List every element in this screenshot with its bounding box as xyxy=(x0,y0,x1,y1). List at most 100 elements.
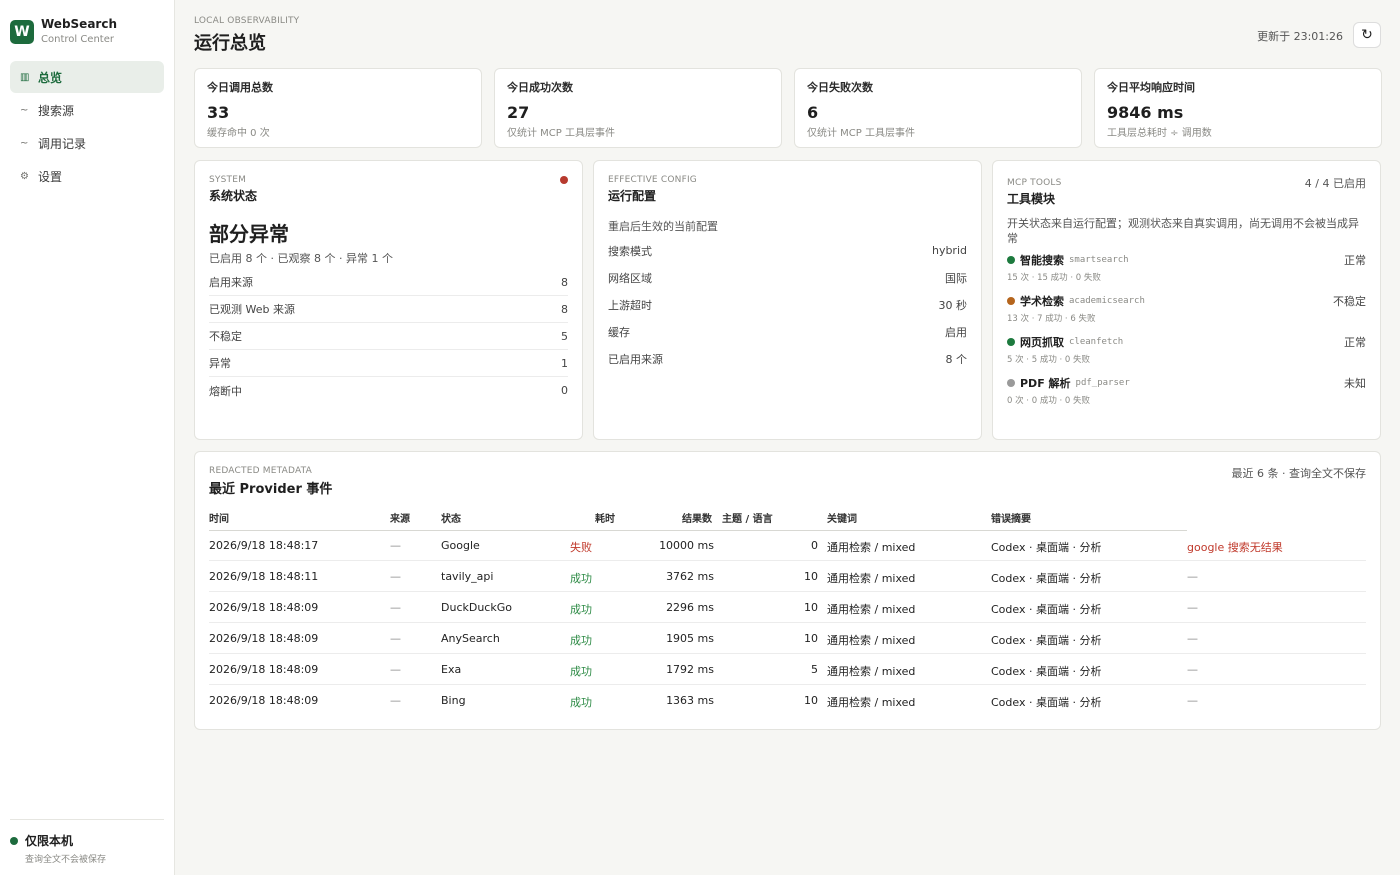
tool-item-cleanfetch[interactable]: 网页抓取 cleanfetch 正常 5 次 · 5 成功 · 0 失败 xyxy=(1007,334,1366,365)
list-item: 搜索模式 hybrid xyxy=(608,237,967,264)
list-item: 熔断中 0 xyxy=(209,377,568,404)
stat-note: 仅统计 MCP 工具层事件 xyxy=(807,128,915,139)
metric-value: 0 xyxy=(561,384,568,397)
cell-source: — xyxy=(390,539,401,552)
cell-status: 失败 xyxy=(570,541,592,554)
system-status-panel: SYSTEM 系统状态 部分异常 已启用 8 个 · 已观察 8 个 · 异常 … xyxy=(194,160,583,440)
cell-topic: 通用检索 / mixed xyxy=(827,572,916,585)
cell-duration: 1792 ms xyxy=(666,663,714,676)
cell-keywords: Codex · 桌面端 · 分析 xyxy=(991,696,1102,709)
cell-source: — xyxy=(390,694,401,707)
cell-error: — xyxy=(1187,694,1198,707)
tool-code: academicsearch xyxy=(1069,296,1145,306)
stat-card-avg-response: 今日平均响应时间 9846 ms 工具层总耗时 ÷ 调用数 xyxy=(1094,68,1382,148)
tool-item-academicsearch[interactable]: 学术检索 academicsearch 不稳定 13 次 · 7 成功 · 6 … xyxy=(1007,293,1366,324)
config-value: 国际 xyxy=(945,271,967,285)
cell-error: — xyxy=(1187,663,1198,676)
cell-time: 2026/9/18 18:48:09 xyxy=(209,694,319,707)
provider-events-panel: REDACTED METADATA 最近 Provider 事件 最近 6 条 … xyxy=(194,451,1381,730)
cell-status: 成功 xyxy=(570,572,592,585)
cell-keywords: Codex · 桌面端 · 分析 xyxy=(991,603,1102,616)
source-icon: ~ xyxy=(20,104,29,116)
panel-title: 系统状态 xyxy=(209,189,258,203)
cell-time: 2026/9/18 18:48:09 xyxy=(209,601,319,614)
cell-time: 2026/9/18 18:48:09 xyxy=(209,632,319,645)
stat-card-total-calls: 今日调用总数 33 缓存命中 0 次 xyxy=(194,68,482,148)
stat-note: 缓存命中 0 次 xyxy=(207,128,270,139)
metric-value: 8 xyxy=(561,302,568,316)
stat-value: 27 xyxy=(507,103,530,122)
tool-stats: 13 次 · 7 成功 · 6 失败 xyxy=(1007,314,1096,324)
tool-state: 不稳定 xyxy=(1333,295,1366,308)
system-metrics-list: 启用来源 8 已观测 Web 来源 8 不稳定 5 异常 1 熔断中 0 xyxy=(209,269,568,404)
config-label: 搜索模式 xyxy=(608,244,652,258)
stat-note: 工具层总耗时 ÷ 调用数 xyxy=(1107,128,1212,139)
config-label: 上游超时 xyxy=(608,298,652,312)
stat-label: 今日调用总数 xyxy=(207,81,273,94)
refresh-icon: ↻ xyxy=(1361,27,1373,43)
stat-value: 6 xyxy=(807,103,819,122)
brand-name: WebSearch xyxy=(41,17,117,31)
table-row[interactable]: 2026/9/18 18:48:09 — Bing 成功 1363 ms 10 … xyxy=(209,685,1366,716)
mcp-tools-panel: MCP TOOLS 工具模块 4 / 4 已启用 开关状态来自运行配置；观测状态… xyxy=(992,160,1381,440)
stat-note: 仅统计 MCP 工具层事件 xyxy=(507,128,615,139)
error-status-icon xyxy=(560,176,568,184)
metric-label: 已观测 Web 来源 xyxy=(209,303,295,316)
config-label: 缓存 xyxy=(608,325,630,339)
cell-error: — xyxy=(1187,601,1198,614)
cell-source: — xyxy=(390,632,401,645)
tools-description: 开关状态来自运行配置；观测状态来自真实调用，尚无调用不会被当成异常 xyxy=(1007,217,1359,245)
nav-item-sources[interactable]: ~ 搜索源 xyxy=(10,94,164,126)
local-only-label: 仅限本机 xyxy=(25,834,74,848)
table-row[interactable]: 2026/9/18 18:48:09 — AnySearch 成功 1905 m… xyxy=(209,623,1366,654)
status-dot-icon xyxy=(10,836,18,845)
config-intro: 重启后生效的当前配置 xyxy=(608,220,718,233)
stat-label: 今日平均响应时间 xyxy=(1107,81,1195,94)
panel-title: 最近 Provider 事件 xyxy=(209,482,333,497)
table-row[interactable]: 2026/9/18 18:48:09 — DuckDuckGo 成功 2296 … xyxy=(209,592,1366,623)
tool-item-smartsearch[interactable]: 智能搜索 smartsearch 正常 15 次 · 15 成功 · 0 失败 xyxy=(1007,252,1366,283)
config-value: 启用 xyxy=(945,325,967,339)
nav-item-overview[interactable]: ▥ 总览 xyxy=(10,61,164,93)
list-item: 缓存 启用 xyxy=(608,318,967,345)
cell-duration: 1905 ms xyxy=(666,632,714,645)
cell-provider: Bing xyxy=(441,694,466,707)
cell-topic: 通用检索 / mixed xyxy=(827,696,916,709)
tool-state: 未知 xyxy=(1344,377,1366,390)
cell-count: 10 xyxy=(804,570,818,583)
config-label: 网络区域 xyxy=(608,271,652,285)
brand[interactable]: W WebSearch Control Center xyxy=(10,17,117,47)
list-item: 不稳定 5 xyxy=(209,323,568,350)
tool-code: pdf_parser xyxy=(1075,378,1130,388)
list-item: 启用来源 8 xyxy=(209,269,568,296)
list-item: 已观测 Web 来源 8 xyxy=(209,296,568,323)
refresh-button[interactable]: ↻ xyxy=(1353,22,1381,48)
stat-card-failures: 今日失败次数 6 仅统计 MCP 工具层事件 xyxy=(794,68,1082,148)
tool-name: 网页抓取 xyxy=(1020,336,1064,349)
nav-item-label: 搜索源 xyxy=(38,103,75,118)
tool-item-pdf-parser[interactable]: PDF 解析 pdf_parser 未知 0 次 · 0 成功 · 0 失败 xyxy=(1007,375,1366,406)
tool-state: 正常 xyxy=(1344,254,1366,267)
nav-item-settings[interactable]: ⚙ 设置 xyxy=(10,160,164,192)
metric-label: 异常 xyxy=(209,357,231,370)
cell-error: — xyxy=(1187,632,1198,645)
nav-item-logs[interactable]: ~ 调用记录 xyxy=(10,127,164,159)
table-row[interactable]: 2026/9/18 18:48:17 — Google 失败 10000 ms … xyxy=(209,530,1366,561)
cell-count: 0 xyxy=(811,539,818,552)
cell-provider: Exa xyxy=(441,663,462,676)
cell-error: — xyxy=(1187,570,1198,583)
cell-duration: 10000 ms xyxy=(659,539,714,552)
metric-label: 熔断中 xyxy=(209,384,242,398)
panel-title: 运行配置 xyxy=(608,189,657,203)
tool-state: 正常 xyxy=(1344,336,1366,349)
sidebar-footer: 仅限本机 查询全文不会被保存 xyxy=(10,819,164,865)
events-meta: 最近 6 条 · 查询全文不保存 xyxy=(1231,467,1366,480)
cell-topic: 通用检索 / mixed xyxy=(827,541,916,554)
brand-subtitle: Control Center xyxy=(41,34,114,45)
table-row[interactable]: 2026/9/18 18:48:11 — tavily_api 成功 3762 … xyxy=(209,561,1366,592)
table-row[interactable]: 2026/9/18 18:48:09 — Exa 成功 1792 ms 5 通用… xyxy=(209,654,1366,685)
stat-card-success: 今日成功次数 27 仅统计 MCP 工具层事件 xyxy=(494,68,782,148)
cell-topic: 通用检索 / mixed xyxy=(827,665,916,678)
tool-stats: 5 次 · 5 成功 · 0 失败 xyxy=(1007,355,1091,365)
column-header: 时间 xyxy=(209,514,229,525)
